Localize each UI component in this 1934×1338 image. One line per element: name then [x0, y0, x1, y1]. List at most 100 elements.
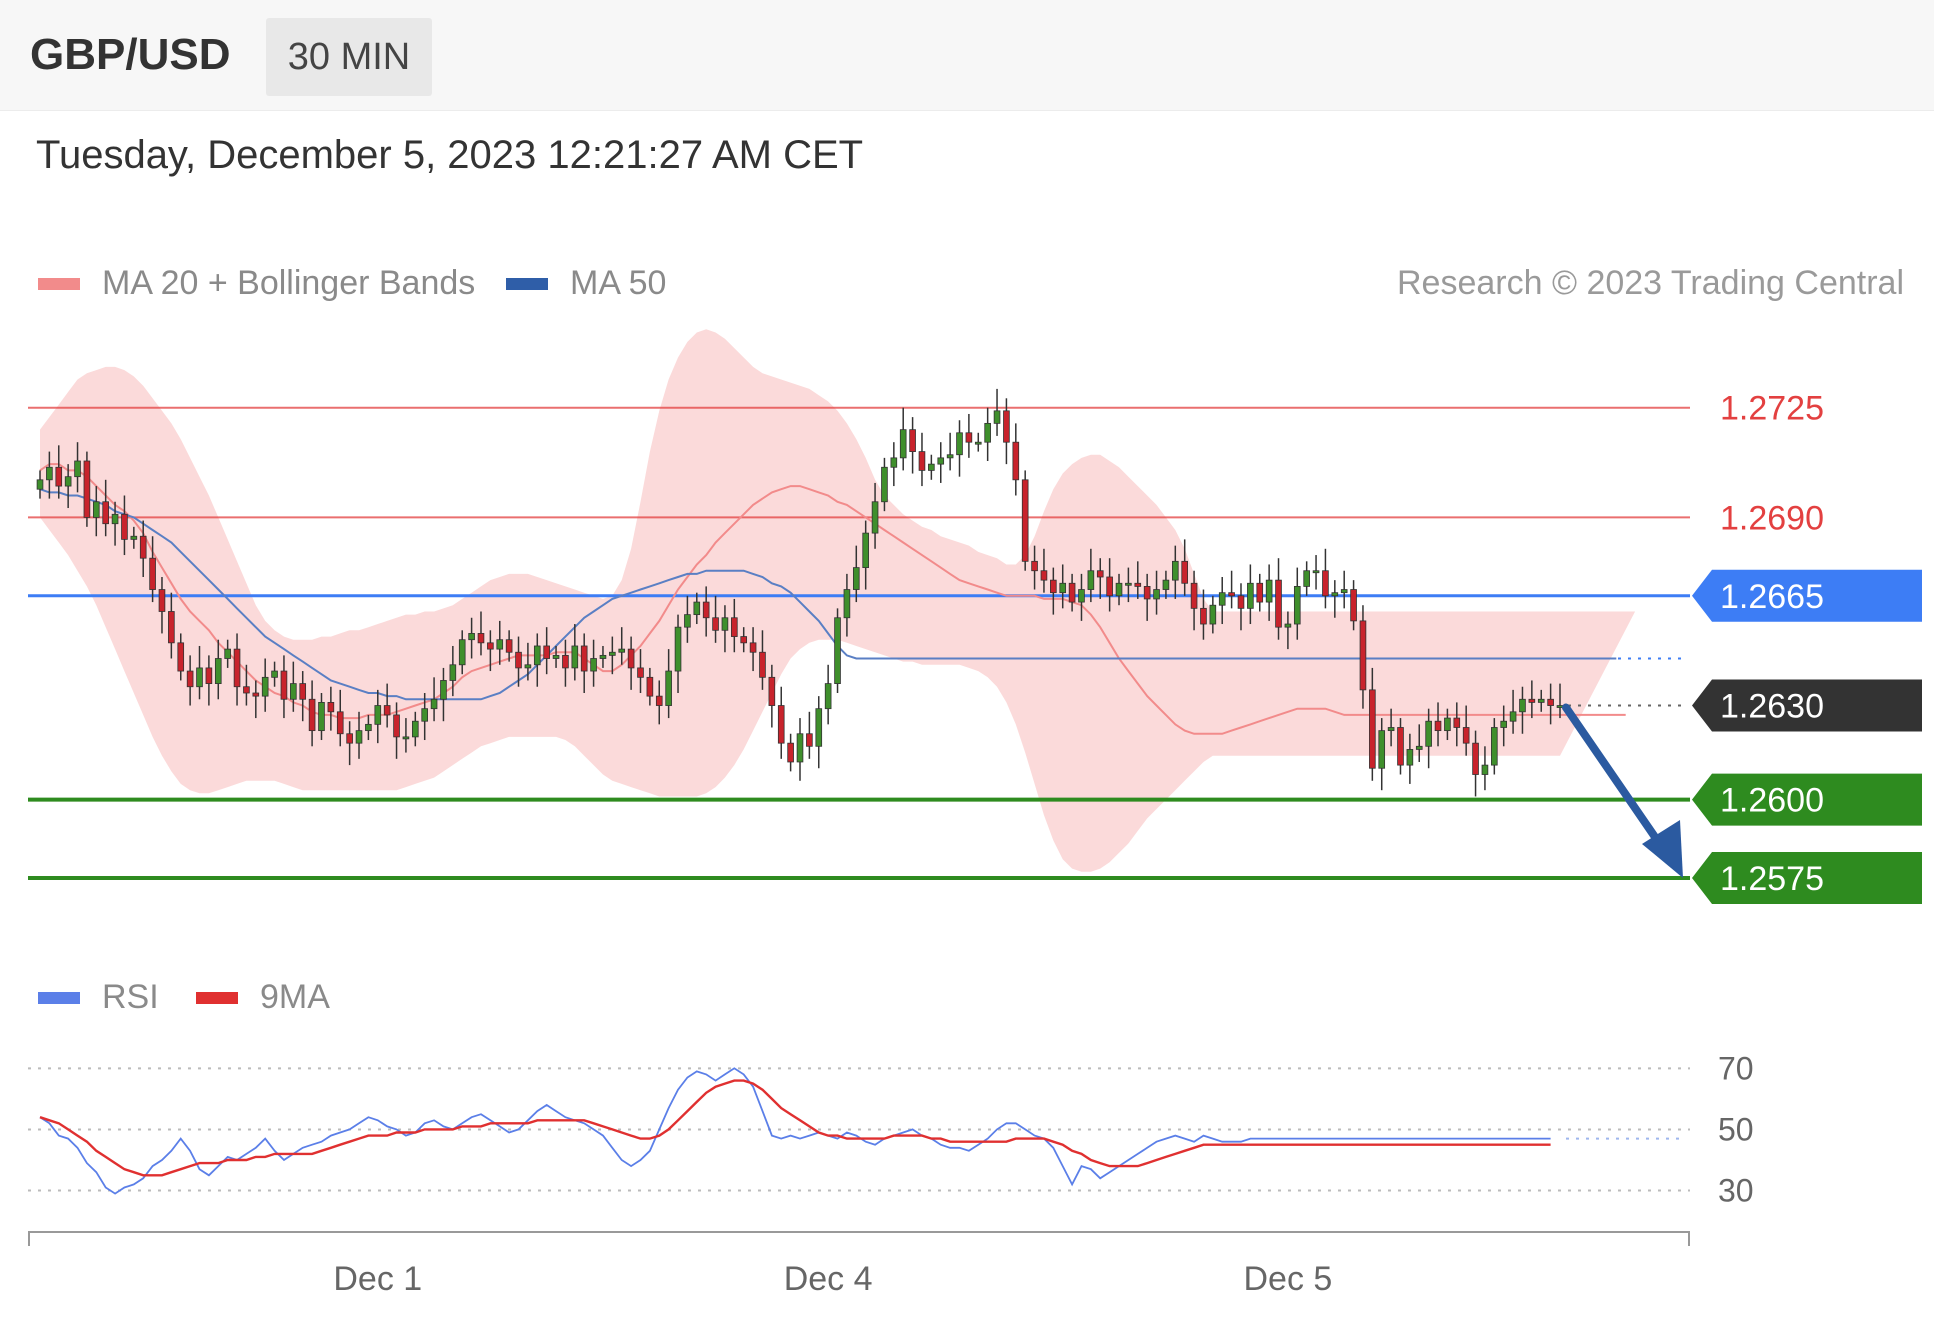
- candle-body: [130, 535, 138, 540]
- candle-body: [1312, 570, 1320, 574]
- candle-body: [111, 513, 119, 525]
- candle-body: [1078, 589, 1085, 603]
- candle-body: [533, 645, 541, 666]
- candle-body: [440, 680, 447, 700]
- candle-body: [261, 676, 269, 697]
- candle-body: [1040, 570, 1048, 581]
- candle-body: [909, 429, 916, 452]
- ma50-swatch: [506, 277, 548, 290]
- candle-body: [64, 476, 72, 487]
- candle-body: [777, 705, 785, 744]
- candle-body: [1500, 720, 1508, 728]
- candle-body: [214, 658, 222, 684]
- candle-body: [487, 642, 494, 650]
- legend-rsi-label: RSI: [102, 978, 159, 1016]
- candle-body: [1237, 595, 1245, 609]
- candle-body: [411, 720, 419, 738]
- rsi-series-RSI: [39, 1067, 1551, 1195]
- candle-body: [205, 667, 213, 684]
- candle-body: [665, 670, 672, 706]
- candle-body: [1096, 570, 1104, 578]
- candle: [946, 432, 954, 471]
- candle-body: [1472, 742, 1479, 775]
- candle-body: [515, 651, 522, 669]
- level-label-1.2575: 1.2575: [1720, 860, 1824, 898]
- candle-body: [196, 667, 203, 688]
- candle-body: [1509, 711, 1517, 722]
- candle-body: [468, 633, 475, 641]
- candle-body: [965, 432, 973, 443]
- candle-body: [1350, 589, 1357, 622]
- candle-body: [1031, 560, 1038, 572]
- candle-body: [1134, 582, 1142, 587]
- header-bar: GBP/USD 30 MIN: [0, 0, 1934, 111]
- candle-body: [702, 601, 710, 619]
- rsi-tick-label: 70: [1718, 1050, 1754, 1086]
- candle-body: [1247, 582, 1254, 609]
- candle-body: [271, 670, 278, 678]
- candle-body: [674, 626, 682, 672]
- candle-body: [346, 733, 353, 744]
- candle: [1012, 423, 1020, 496]
- ma20-swatch: [38, 277, 80, 290]
- candle-body: [1547, 698, 1554, 706]
- candle-body: [1462, 727, 1470, 744]
- candle-body: [308, 698, 316, 732]
- candle-body: [168, 611, 175, 644]
- price-chart: 1.2725 1.2690 1.2665 1.2630 1.2600 1.2575: [28, 329, 1922, 904]
- legend-9ma-label: 9MA: [260, 978, 330, 1016]
- candle-body: [1172, 560, 1179, 581]
- candle-body: [477, 633, 485, 644]
- candle-body: [1444, 717, 1451, 732]
- candle-body: [599, 654, 607, 659]
- x-axis: Dec 1 Dec 4 Dec 5: [28, 1231, 1690, 1298]
- rsi-chart: 70 50 30: [28, 1050, 1754, 1209]
- candle-body: [1284, 623, 1292, 628]
- legend-ma20-label: MA 20 + Bollinger Bands: [102, 264, 476, 302]
- candle-body: [655, 695, 663, 706]
- candle-body: [383, 705, 391, 716]
- candle-body: [74, 460, 81, 478]
- candle: [890, 442, 898, 487]
- candle-body: [402, 736, 410, 740]
- candle-body: [759, 651, 766, 678]
- candle: [1340, 570, 1348, 609]
- candle-body: [1453, 717, 1461, 728]
- candle-body: [496, 639, 504, 650]
- candle-body: [505, 639, 513, 653]
- candle-body: [1415, 745, 1423, 750]
- candle-body: [393, 714, 400, 738]
- candle: [965, 413, 973, 458]
- candle-body: [1256, 582, 1264, 603]
- candle-body: [815, 708, 823, 747]
- candle-body: [768, 676, 776, 706]
- rsi-tick-label: 30: [1718, 1173, 1754, 1209]
- candle-body: [618, 648, 626, 653]
- candle-body: [121, 513, 128, 540]
- candle-body: [918, 451, 926, 471]
- candle-body: [1190, 582, 1198, 609]
- candle-body: [824, 683, 832, 710]
- candle: [1303, 561, 1310, 596]
- candle-body: [571, 645, 579, 669]
- legend-9ma: 9MA: [196, 978, 330, 1017]
- candle-body: [224, 648, 231, 659]
- candle-body: [458, 639, 466, 666]
- candle-body: [749, 642, 757, 653]
- candle-body: [1059, 582, 1067, 594]
- candle-body: [1115, 582, 1123, 597]
- candle-body: [83, 460, 91, 518]
- candle: [1228, 570, 1235, 609]
- candle-body: [92, 501, 100, 518]
- timeframe-button[interactable]: 30 MIN: [266, 18, 432, 96]
- candle: [824, 664, 832, 725]
- candle-body: [1275, 579, 1282, 628]
- candle-body: [740, 636, 748, 644]
- candle: [1275, 558, 1282, 640]
- candle-body: [806, 733, 813, 747]
- candle-body: [1369, 689, 1376, 769]
- legend-ma20: MA 20 + Bollinger Bands: [38, 264, 475, 303]
- candle-body: [1397, 727, 1404, 766]
- candle: [796, 718, 804, 781]
- candle-body: [984, 422, 991, 443]
